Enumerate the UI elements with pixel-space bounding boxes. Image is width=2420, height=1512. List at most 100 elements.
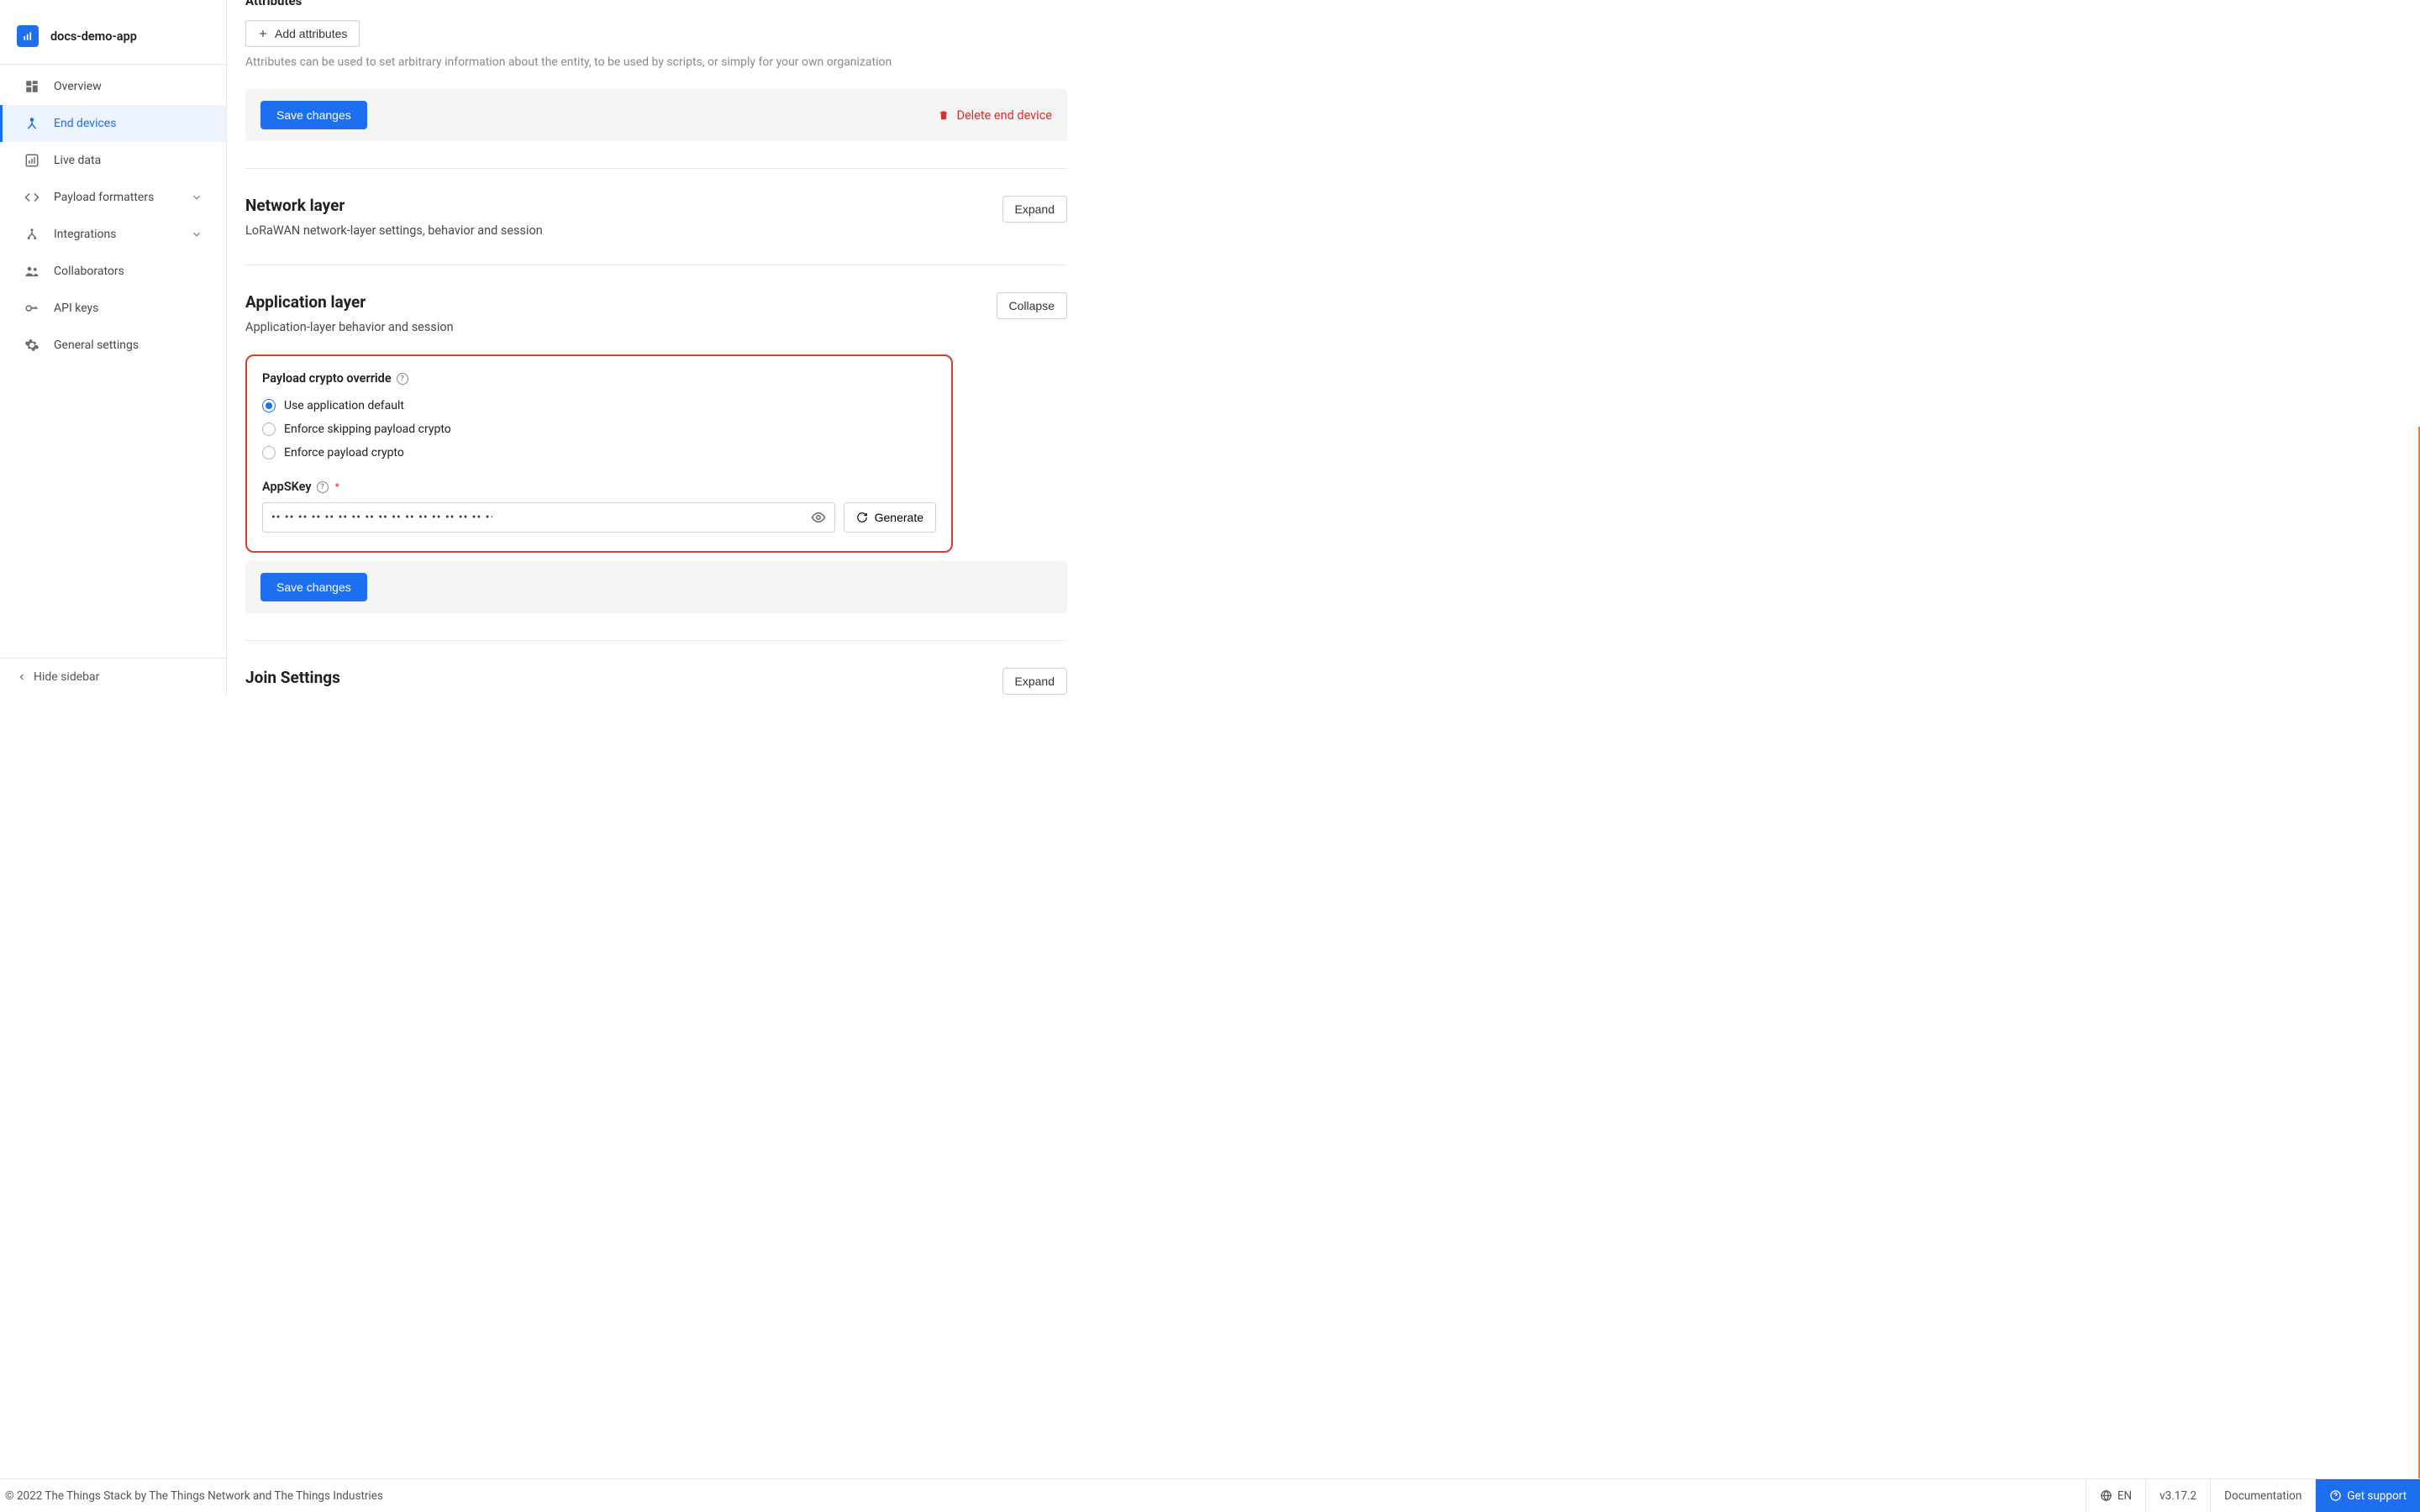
payload-crypto-text: Payload crypto override xyxy=(262,371,392,386)
footer-support[interactable]: Get support xyxy=(2315,1479,2420,1512)
footer-documentation[interactable]: Documentation xyxy=(2210,1479,2315,1512)
delete-label: Delete end device xyxy=(956,108,1052,123)
sidebar-header: docs-demo-app xyxy=(0,0,226,65)
hide-sidebar-button[interactable]: Hide sidebar xyxy=(0,658,226,696)
attributes-action-bar: Save changes Delete end device xyxy=(245,89,1067,141)
radio-icon xyxy=(262,423,276,436)
appskey-input[interactable]: •• •• •• •• •• •• •• •• •• •• •• •• •• •… xyxy=(262,502,835,533)
trash-icon xyxy=(938,109,950,121)
collapse-application-button[interactable]: Collapse xyxy=(997,292,1067,319)
appskey-label: AppSKey xyxy=(262,480,312,494)
application-action-bar: Save changes xyxy=(245,561,1067,613)
expand-join-button[interactable]: Expand xyxy=(1002,668,1067,695)
appskey-row: •• •• •• •• •• •• •• •• •• •• •• •• •• •… xyxy=(262,502,936,533)
nav-integrations[interactable]: Integrations xyxy=(0,216,226,253)
nav: Overview End devices Live data Payload f… xyxy=(0,65,226,658)
delete-end-device-button[interactable]: Delete end device xyxy=(938,108,1052,123)
nav-label: Integrations xyxy=(54,228,116,241)
eye-icon xyxy=(811,510,826,525)
footer-right: EN v3.17.2 Documentation Get support xyxy=(2086,1479,2420,1512)
save-label: Save changes xyxy=(276,108,351,122)
nav-collaborators[interactable]: Collaborators xyxy=(0,253,226,290)
generate-button[interactable]: Generate xyxy=(844,502,936,533)
radio-skip-crypto[interactable]: Enforce skipping payload crypto xyxy=(262,417,936,441)
footer: © 2022 The Things Stack by The Things Ne… xyxy=(0,1478,2420,1512)
support-label: Get support xyxy=(2347,1489,2407,1503)
nav-label: Collaborators xyxy=(54,265,124,278)
attributes-heading: Attributes xyxy=(245,0,1067,8)
generate-label: Generate xyxy=(875,511,923,524)
device-icon xyxy=(24,115,40,132)
appskey-value: •• •• •• •• •• •• •• •• •• •• •• •• •• •… xyxy=(271,511,804,524)
radio-label: Enforce skipping payload crypto xyxy=(284,423,451,436)
expand-label: Expand xyxy=(1015,675,1055,688)
chevron-left-icon xyxy=(17,672,27,682)
divider xyxy=(245,168,1067,169)
radio-icon xyxy=(262,446,276,459)
network-layer-panel: Network layer LoRaWAN network-layer sett… xyxy=(245,196,1067,238)
chart-icon xyxy=(24,152,40,169)
nav-api-keys[interactable]: API keys xyxy=(0,290,226,327)
footer-copyright: © 2022 The Things Stack by The Things Ne… xyxy=(5,1489,383,1503)
appskey-label-row: AppSKey ? * xyxy=(262,480,339,494)
attributes-helper: Attributes can be used to set arbitrary … xyxy=(245,55,1067,69)
radio-use-default[interactable]: Use application default xyxy=(262,394,936,417)
people-icon xyxy=(24,263,40,280)
refresh-icon xyxy=(856,512,868,523)
add-attributes-button[interactable]: Add attributes xyxy=(245,20,360,47)
nav-label: API keys xyxy=(54,302,98,315)
expand-network-button[interactable]: Expand xyxy=(1002,196,1067,223)
nav-payload-formatters[interactable]: Payload formatters xyxy=(0,179,226,216)
globe-icon xyxy=(2100,1489,2112,1502)
radio-icon xyxy=(262,399,276,412)
save-changes-button[interactable]: Save changes xyxy=(260,101,367,129)
visibility-toggle[interactable] xyxy=(804,510,826,525)
network-layer-title: Network layer xyxy=(245,196,543,215)
required-star: * xyxy=(335,481,339,492)
join-settings-panel: Join Settings Root keys and network sett… xyxy=(245,668,1067,696)
collapse-label: Collapse xyxy=(1009,299,1055,312)
help-icon xyxy=(2329,1489,2342,1502)
gear-icon xyxy=(24,337,40,354)
lang-label: EN xyxy=(2118,1489,2132,1503)
save-changes-button[interactable]: Save changes xyxy=(260,573,367,601)
divider xyxy=(245,640,1067,641)
nav-overview[interactable]: Overview xyxy=(0,68,226,105)
nav-live-data[interactable]: Live data xyxy=(0,142,226,179)
help-icon[interactable]: ? xyxy=(397,373,408,385)
app-icon xyxy=(17,25,39,47)
plus-icon xyxy=(258,29,268,39)
application-layer-title: Application layer xyxy=(245,292,454,312)
application-layer-panel: Application layer Application-layer beha… xyxy=(245,292,1067,334)
hide-sidebar-label: Hide sidebar xyxy=(34,670,99,684)
join-settings-title: Join Settings xyxy=(245,668,550,687)
version-label: v3.17.2 xyxy=(2160,1489,2196,1503)
dashboard-icon xyxy=(24,78,40,95)
nav-general-settings[interactable]: General settings xyxy=(0,327,226,364)
expand-label: Expand xyxy=(1015,202,1055,216)
radio-label: Use application default xyxy=(284,399,404,412)
save-label: Save changes xyxy=(276,580,351,594)
payload-crypto-radio-group: Use application default Enforce skipping… xyxy=(262,394,936,465)
app-name[interactable]: docs-demo-app xyxy=(50,29,137,44)
chevron-down-icon xyxy=(191,192,203,203)
payload-crypto-label: Payload crypto override ? xyxy=(262,371,408,386)
nav-end-devices[interactable]: End devices xyxy=(0,105,226,142)
sidebar: docs-demo-app Overview End devices Live … xyxy=(0,0,227,696)
nav-label: End devices xyxy=(54,117,116,130)
radio-label: Enforce payload crypto xyxy=(284,446,404,459)
nav-label: Payload formatters xyxy=(54,191,154,204)
application-layer-sub: Application-layer behavior and session xyxy=(245,320,454,334)
docs-label: Documentation xyxy=(2224,1489,2302,1503)
add-attributes-label: Add attributes xyxy=(275,27,347,40)
chevron-down-icon xyxy=(191,228,203,240)
main-content: Attributes Add attributes Attributes can… xyxy=(227,0,2420,696)
help-icon[interactable]: ? xyxy=(317,481,329,493)
network-layer-sub: LoRaWAN network-layer settings, behavior… xyxy=(245,223,543,238)
footer-version[interactable]: v3.17.2 xyxy=(2145,1479,2210,1512)
attributes-section: Attributes Add attributes Attributes can… xyxy=(245,0,1067,141)
nav-label: General settings xyxy=(54,339,139,352)
radio-enforce-crypto[interactable]: Enforce payload crypto xyxy=(262,441,936,465)
integrations-icon xyxy=(24,226,40,243)
footer-lang[interactable]: EN xyxy=(2086,1479,2145,1512)
